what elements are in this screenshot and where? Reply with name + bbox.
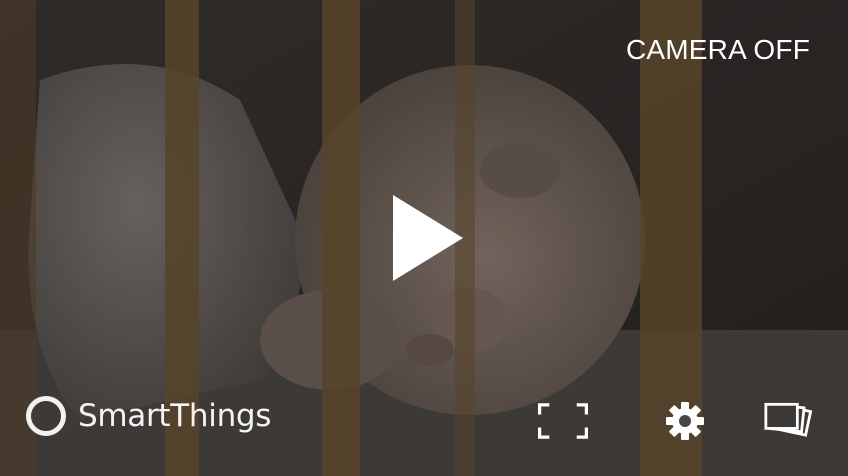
play-icon <box>393 195 463 281</box>
settings-button[interactable] <box>660 396 710 446</box>
fullscreen-icon <box>538 403 588 439</box>
play-button[interactable] <box>378 186 478 290</box>
camera-player: CAMERA OFF SmartThings <box>0 0 848 476</box>
photos-icon <box>764 402 813 437</box>
gallery-button[interactable] <box>764 396 814 446</box>
brand-name: SmartThings <box>78 398 272 434</box>
fullscreen-button[interactable] <box>538 396 588 446</box>
smartthings-logo-icon <box>26 396 66 436</box>
brand-logo: SmartThings <box>26 396 271 436</box>
camera-status-label: CAMERA OFF <box>625 34 810 65</box>
gear-icon <box>666 402 704 440</box>
